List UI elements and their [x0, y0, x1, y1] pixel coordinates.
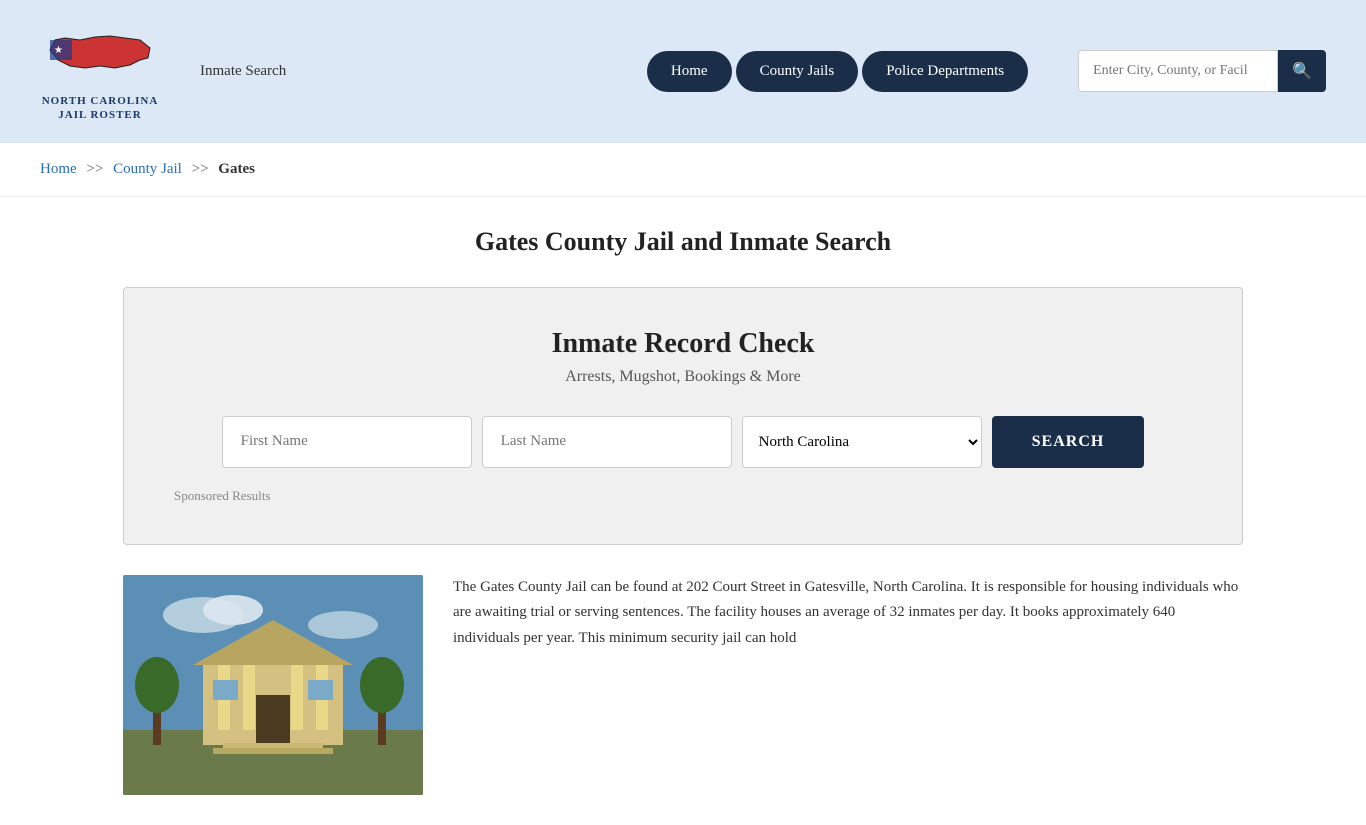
- record-check-subtitle: Arrests, Mugshot, Bookings & More: [174, 368, 1192, 386]
- svg-text:★: ★: [54, 45, 63, 56]
- breadcrumb-sep-2: >>: [192, 161, 209, 177]
- search-submit-button[interactable]: SEARCH: [992, 416, 1145, 468]
- record-check-title: Inmate Record Check: [174, 328, 1192, 360]
- breadcrumb-bar: Home >> County Jail >> Gates: [0, 143, 1366, 197]
- jail-image: [123, 575, 423, 795]
- breadcrumb-current: Gates: [218, 161, 255, 177]
- nav-county-jails[interactable]: County Jails: [736, 51, 859, 92]
- page-title: Gates County Jail and Inmate Search: [123, 227, 1243, 257]
- breadcrumb-county-jail[interactable]: County Jail: [113, 161, 182, 177]
- inmate-search-form: AlabamaAlaskaArizonaArkansasCaliforniaCo…: [174, 416, 1192, 468]
- logo-link[interactable]: ★ NORTH CAROLINA JAIL ROSTER: [40, 20, 160, 123]
- nc-map-icon: ★: [40, 20, 160, 90]
- breadcrumb-home[interactable]: Home: [40, 161, 77, 177]
- record-check-box: Inmate Record Check Arrests, Mugshot, Bo…: [123, 287, 1243, 545]
- header: ★ NORTH CAROLINA JAIL ROSTER Inmate Sear…: [0, 0, 1366, 143]
- header-search-button[interactable]: 🔍: [1278, 50, 1326, 92]
- header-search-input[interactable]: [1078, 50, 1278, 92]
- breadcrumb-sep-1: >>: [86, 161, 103, 177]
- inmate-search-link[interactable]: Inmate Search: [200, 63, 286, 80]
- jail-description: The Gates County Jail can be found at 20…: [453, 575, 1243, 652]
- bottom-section: The Gates County Jail can be found at 20…: [123, 575, 1243, 795]
- first-name-input[interactable]: [222, 416, 472, 468]
- nav-home[interactable]: Home: [647, 51, 732, 92]
- logo-text: NORTH CAROLINA JAIL ROSTER: [42, 94, 159, 123]
- jail-building-illustration: [123, 575, 423, 795]
- last-name-input[interactable]: [482, 416, 732, 468]
- state-select[interactable]: AlabamaAlaskaArizonaArkansasCaliforniaCo…: [742, 416, 982, 468]
- main-content: Gates County Jail and Inmate Search Inma…: [83, 197, 1283, 825]
- sponsored-label: Sponsored Results: [174, 488, 1192, 504]
- nav-police-departments[interactable]: Police Departments: [862, 51, 1028, 92]
- header-search-area: 🔍: [1078, 50, 1326, 92]
- breadcrumb: Home >> County Jail >> Gates: [40, 161, 1326, 178]
- main-nav: Home County Jails Police Departments: [647, 51, 1028, 92]
